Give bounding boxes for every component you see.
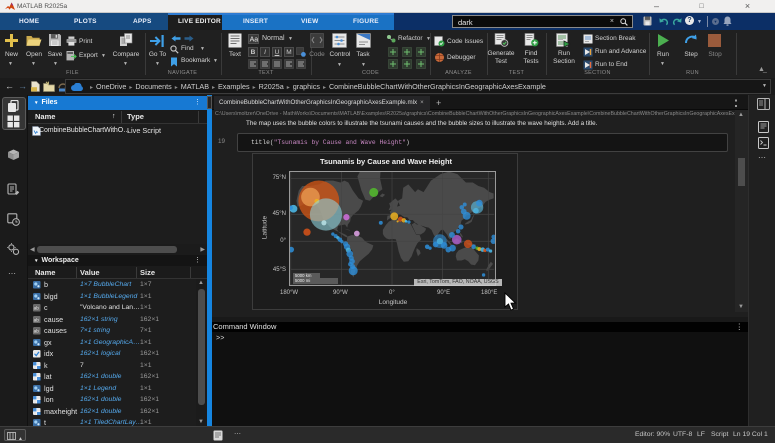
- svg-text:ab: ab: [34, 306, 40, 311]
- svg-text:ab: ab: [34, 317, 40, 322]
- svg-text:ab: ab: [34, 329, 40, 334]
- svg-text:Aa: Aa: [250, 36, 259, 43]
